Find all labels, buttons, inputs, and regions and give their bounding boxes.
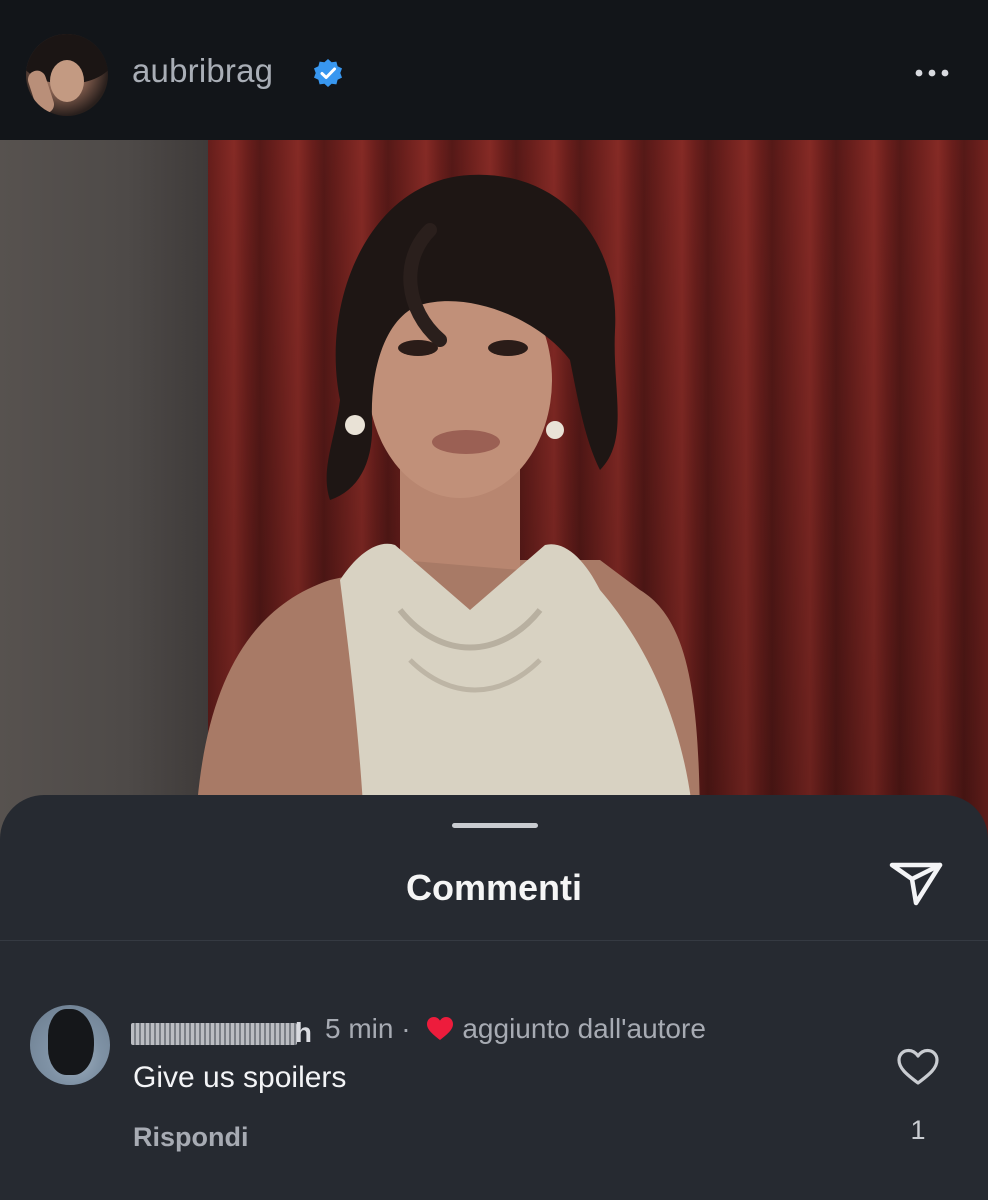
sheet-divider (0, 940, 988, 941)
comment-time: 5 min (325, 1013, 394, 1044)
more-options-icon[interactable] (908, 58, 956, 88)
meta-separator: · (401, 1013, 411, 1044)
profile-avatar[interactable] (26, 34, 108, 116)
avatar-redaction (48, 1009, 94, 1075)
verified-badge-icon (314, 59, 342, 87)
comment-text: Give us spoilers (133, 1061, 347, 1094)
reply-button[interactable]: Rispondi (133, 1122, 249, 1153)
heart-outline-icon[interactable] (896, 1047, 940, 1087)
post-header: aubribrag (0, 0, 988, 140)
photo-subject (195, 174, 700, 840)
profile-username[interactable]: aubribrag (132, 52, 273, 90)
comments-sheet: Commenti fatimaagalishfatimaagalish 5 mi… (0, 795, 988, 1200)
comment-meta: 5 min · aggiunto dall'autore (325, 1013, 706, 1045)
commenter-username[interactable]: fatimaagalishfatimaagalish (131, 1017, 312, 1049)
redacted-username-visual: fatimaagalis (131, 1017, 297, 1049)
author-heart-icon (427, 1017, 454, 1040)
commenter-avatar[interactable] (30, 1005, 110, 1085)
username-suffix: h (294, 1017, 312, 1048)
author-liked-badge: aggiunto dall'autore (462, 1013, 706, 1044)
avatar-face (50, 60, 84, 102)
post-photo[interactable] (0, 140, 988, 840)
send-icon[interactable] (886, 857, 946, 909)
sheet-drag-handle[interactable] (452, 823, 538, 828)
like-count: 1 (910, 1115, 926, 1145)
comments-title: Commenti (405, 867, 582, 908)
